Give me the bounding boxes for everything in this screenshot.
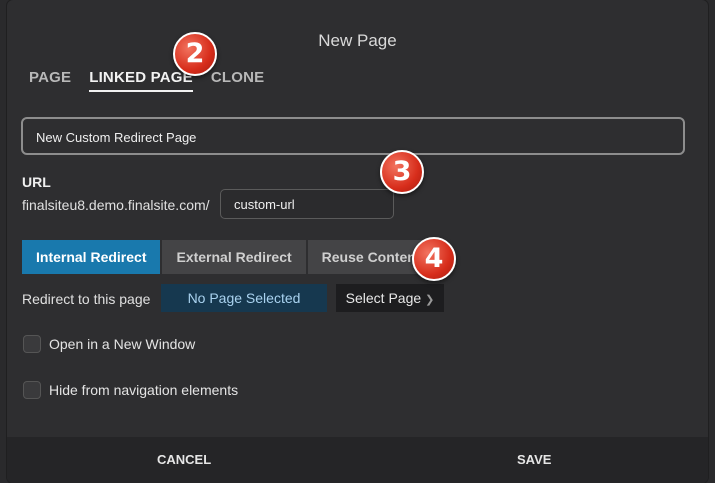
redirect-type-toggle: Internal Redirect External Redirect Reus…	[22, 240, 437, 274]
open-new-window-option[interactable]: Open in a New Window	[23, 335, 195, 353]
tab-page[interactable]: PAGE	[29, 69, 71, 92]
open-new-window-checkbox[interactable]	[23, 335, 41, 353]
tab-clone[interactable]: CLONE	[211, 69, 265, 92]
chevron-right-icon: ❯	[425, 294, 435, 306]
hide-navigation-option[interactable]: Hide from navigation elements	[23, 381, 238, 399]
url-prefix: finalsiteu8.demo.finalsite.com/	[22, 197, 210, 213]
cancel-button[interactable]: CANCEL	[157, 437, 211, 483]
dialog-title: New Page	[318, 31, 397, 50]
open-new-window-label: Open in a New Window	[49, 336, 196, 352]
dialog-footer: CANCEL SAVE	[7, 437, 708, 483]
hide-navigation-checkbox[interactable]	[23, 381, 41, 399]
redirect-label: Redirect to this page	[22, 291, 151, 307]
step-marker-3: 3	[380, 150, 424, 194]
new-page-dialog: New Page PAGE LINKED PAGE CLONE New Cust…	[7, 0, 708, 483]
save-button[interactable]: SAVE	[517, 437, 551, 483]
internal-redirect-button[interactable]: Internal Redirect	[22, 240, 163, 274]
url-label: URL	[22, 174, 51, 190]
url-slug-input[interactable]: custom-url	[220, 189, 394, 219]
select-page-button[interactable]: Select Page ❯	[336, 284, 444, 312]
page-name-input[interactable]: New Custom Redirect Page	[21, 117, 685, 155]
select-page-label: Select Page	[345, 290, 422, 306]
tab-linked-page[interactable]: LINKED PAGE	[89, 69, 193, 92]
tab-bar: PAGE LINKED PAGE CLONE	[29, 69, 264, 92]
selected-page-display: No Page Selected	[161, 284, 327, 312]
hide-navigation-label: Hide from navigation elements	[49, 382, 239, 398]
external-redirect-button[interactable]: External Redirect	[162, 240, 308, 274]
step-marker-2: 2	[173, 32, 217, 76]
step-marker-4: 4	[412, 237, 456, 281]
